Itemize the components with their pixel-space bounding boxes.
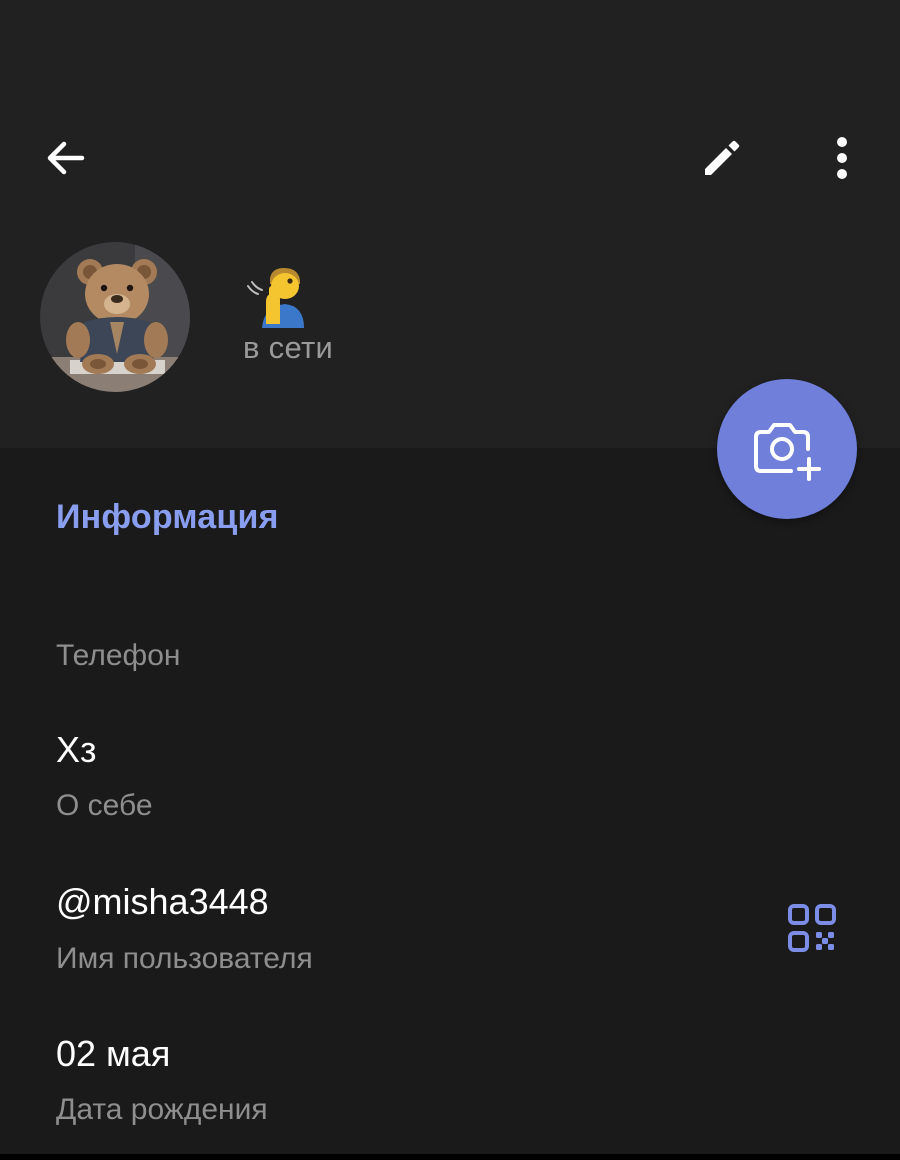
- birthday-value[interactable]: 02 мая: [56, 1033, 170, 1075]
- edit-button[interactable]: [686, 124, 758, 192]
- online-status: в сети: [243, 330, 334, 365]
- back-button[interactable]: [30, 124, 102, 192]
- qr-code-button[interactable]: [778, 894, 846, 962]
- bio-label: О себе: [56, 789, 153, 822]
- birthday-label: Дата рождения: [56, 1093, 268, 1126]
- username-value[interactable]: @misha3448: [56, 881, 269, 923]
- qr-code-icon: [788, 904, 836, 952]
- arrow-left-icon: [47, 141, 85, 175]
- avatar[interactable]: [40, 242, 190, 392]
- camera-add-icon: [754, 423, 821, 481]
- teddy-bear-photo: [40, 242, 190, 392]
- bio-value[interactable]: Хз: [56, 729, 97, 771]
- set-photo-button[interactable]: [717, 379, 857, 519]
- username-label: Имя пользователя: [56, 942, 313, 975]
- shushing-person-emoji: [247, 268, 304, 328]
- more-options-button[interactable]: [806, 124, 878, 192]
- info-section-title: Информация: [56, 498, 279, 536]
- name-emoji: [242, 264, 306, 328]
- phone-label: Телефон: [56, 639, 181, 672]
- more-vertical-icon: [837, 137, 847, 179]
- pencil-icon: [705, 140, 740, 175]
